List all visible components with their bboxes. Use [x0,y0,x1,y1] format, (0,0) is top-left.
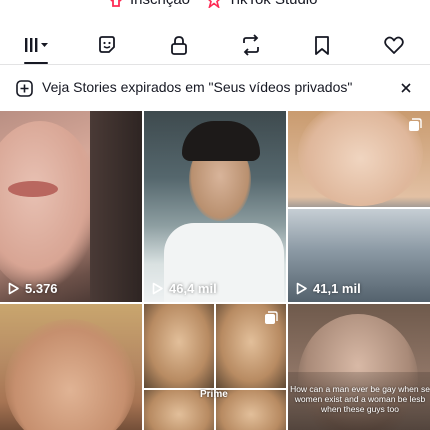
tiktok-studio-link[interactable]: TikTok Studio [206,0,317,8]
thumbnail-image-detail [8,181,58,197]
video-thumbnail-6[interactable]: How can a man ever be gay when se women … [288,304,430,430]
view-count-label: 41,1 mil [313,281,361,296]
lock-icon [171,36,188,55]
tab-favorites[interactable] [287,26,359,64]
play-icon [296,282,307,295]
heart-icon [384,36,404,54]
play-icon [152,282,163,295]
bookmark-icon [315,36,330,55]
photo-carousel-icon [409,118,422,131]
video-thumbnail-4[interactable] [0,304,142,430]
view-count: 41,1 mil [295,281,361,296]
video-thumbnail-5[interactable]: Prime [144,304,286,430]
tab-videos[interactable] [0,26,72,64]
video-thumbnail-3[interactable]: 41,1 mil [288,111,430,302]
view-count: 46,4 mil [151,281,217,296]
studio-icon [208,0,220,8]
stories-banner[interactable]: Veja Stories expirados em "Seus vídeos p… [0,72,430,104]
tab-stickers[interactable] [72,26,144,64]
tiktok-studio-label: TikTok Studio [228,0,317,8]
banner-text: Veja Stories expirados em "Seus vídeos p… [42,79,353,95]
repost-icon [242,34,259,56]
profile-links-row: Inscrição TikTok Studio [0,0,430,11]
close-icon[interactable] [398,80,414,96]
add-circle-icon [16,80,33,97]
thumbnail-image [5,319,135,430]
thumbnail-split [214,304,216,430]
thumbnail-image [0,121,100,291]
photo-carousel-icon [265,311,278,324]
tab-private[interactable] [143,26,215,64]
overlay-text: Prime [200,389,228,400]
tab-divider [0,64,430,65]
view-count-label: 46,4 mil [169,281,217,296]
tab-reposts[interactable] [215,26,287,64]
sticker-icon [99,36,116,53]
overlay-caption: How can a man ever be gay when se women … [290,384,430,414]
thumbnail-image-detail [90,111,142,302]
view-count: 5.376 [7,281,58,296]
video-thumbnail-1[interactable]: 5.376 [0,111,142,302]
view-count-label: 5.376 [25,281,58,296]
thumbnail-image [298,111,423,206]
grid-menu-icon [24,38,48,52]
video-grid: 5.376 46,4 mil 41,1 mil Prime How can a … [0,111,430,430]
inscricao-label: Inscrição [130,0,190,8]
video-thumbnail-2[interactable]: 46,4 mil [144,111,286,302]
thumbnail-image [144,304,214,388]
play-icon [8,282,19,295]
inscricao-link[interactable]: Inscrição [108,0,190,8]
profile-tab-bar [0,26,430,64]
thumbnail-image-detail [182,121,260,161]
subscription-icon [110,0,122,7]
tab-liked[interactable] [358,26,430,64]
